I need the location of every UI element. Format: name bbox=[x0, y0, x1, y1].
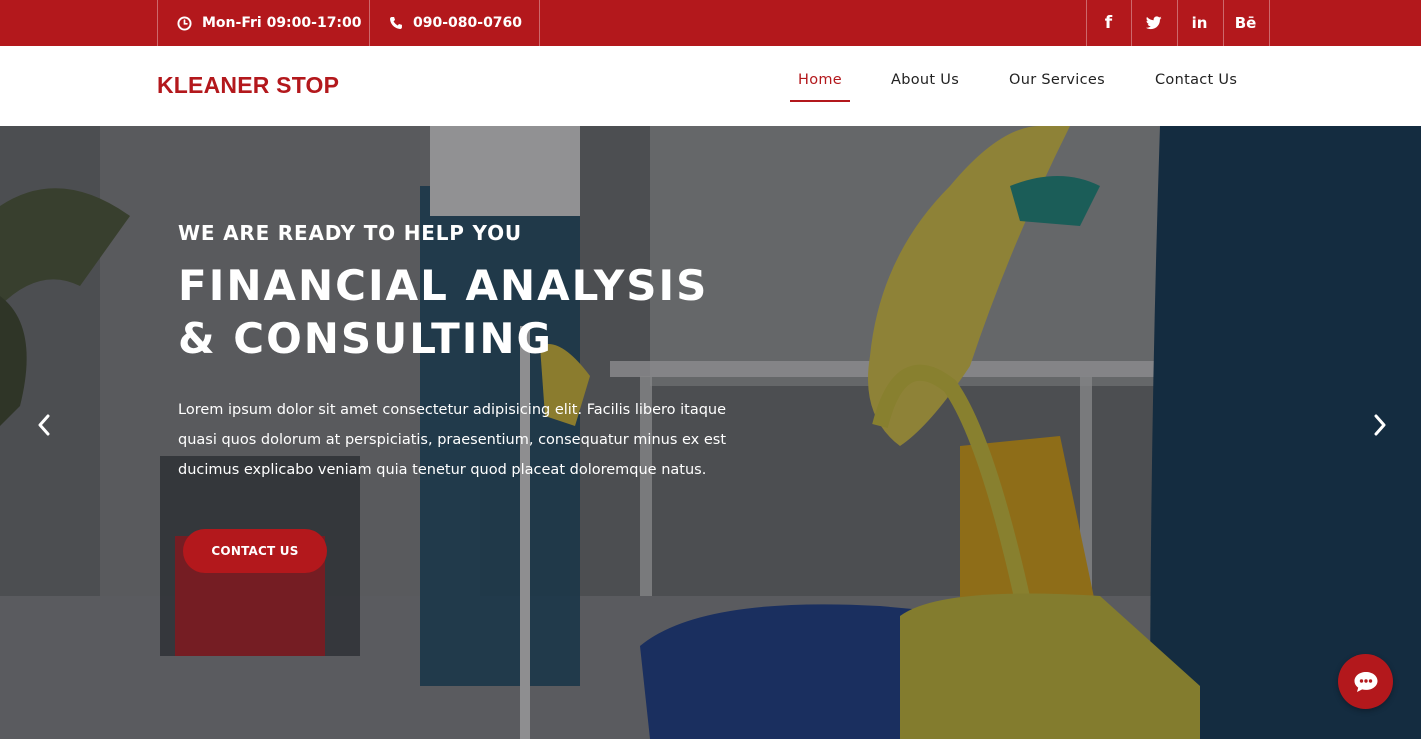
phone-number[interactable]: 090-080-0760 bbox=[389, 0, 522, 46]
facebook-link[interactable]: f bbox=[1086, 0, 1131, 46]
topbar-divider bbox=[157, 0, 158, 46]
top-bar: Mon-Fri 09:00-17:00 090-080-0760 f in Bē bbox=[0, 0, 1421, 46]
chat-widget-button[interactable] bbox=[1338, 654, 1393, 709]
site-header: KLEANER STOP Home About Us Our Services … bbox=[0, 46, 1421, 126]
contact-us-button[interactable]: CONTACT US bbox=[183, 529, 327, 573]
behance-icon: Bē bbox=[1234, 14, 1257, 32]
chevron-right-icon bbox=[1374, 414, 1386, 436]
hero-kicker: WE ARE READY TO HELP YOU bbox=[178, 221, 522, 245]
chat-bubble-icon bbox=[1354, 671, 1377, 692]
behance-link[interactable]: Bē bbox=[1223, 0, 1268, 46]
linkedin-link[interactable]: in bbox=[1177, 0, 1222, 46]
opening-hours-text: Mon-Fri 09:00-17:00 bbox=[202, 15, 362, 31]
chevron-left-icon bbox=[38, 414, 50, 436]
nav-home[interactable]: Home bbox=[790, 72, 851, 102]
clock-icon bbox=[177, 15, 192, 31]
nav-about-us[interactable]: About Us bbox=[891, 72, 959, 102]
topbar-divider bbox=[1269, 0, 1270, 46]
slider-prev-button[interactable] bbox=[29, 410, 59, 440]
hero-headline: FINANCIAL ANALYSIS & CONSULTING bbox=[178, 259, 778, 365]
slider-next-button[interactable] bbox=[1365, 410, 1395, 440]
site-logo[interactable]: KLEANER STOP bbox=[157, 72, 339, 99]
opening-hours: Mon-Fri 09:00-17:00 bbox=[177, 0, 362, 46]
hero-headline-line-1: FINANCIAL ANALYSIS bbox=[178, 261, 709, 310]
phone-number-text: 090-080-0760 bbox=[413, 15, 523, 31]
facebook-icon: f bbox=[1104, 13, 1113, 33]
twitter-link[interactable] bbox=[1131, 0, 1176, 46]
twitter-icon bbox=[1145, 16, 1162, 30]
hero-slider: WE ARE READY TO HELP YOU FINANCIAL ANALY… bbox=[0, 126, 1421, 739]
hero-headline-line-2: & CONSULTING bbox=[178, 314, 553, 363]
linkedin-icon: in bbox=[1191, 14, 1208, 32]
nav-contact-us[interactable]: Contact Us bbox=[1155, 72, 1237, 102]
nav-our-services[interactable]: Our Services bbox=[1009, 72, 1105, 102]
hero-content: WE ARE READY TO HELP YOU FINANCIAL ANALY… bbox=[178, 221, 778, 485]
topbar-divider bbox=[539, 0, 540, 46]
topbar-divider bbox=[369, 0, 370, 46]
hero-intro-text: Lorem ipsum dolor sit amet consectetur a… bbox=[178, 402, 727, 478]
phone-icon bbox=[390, 17, 402, 29]
